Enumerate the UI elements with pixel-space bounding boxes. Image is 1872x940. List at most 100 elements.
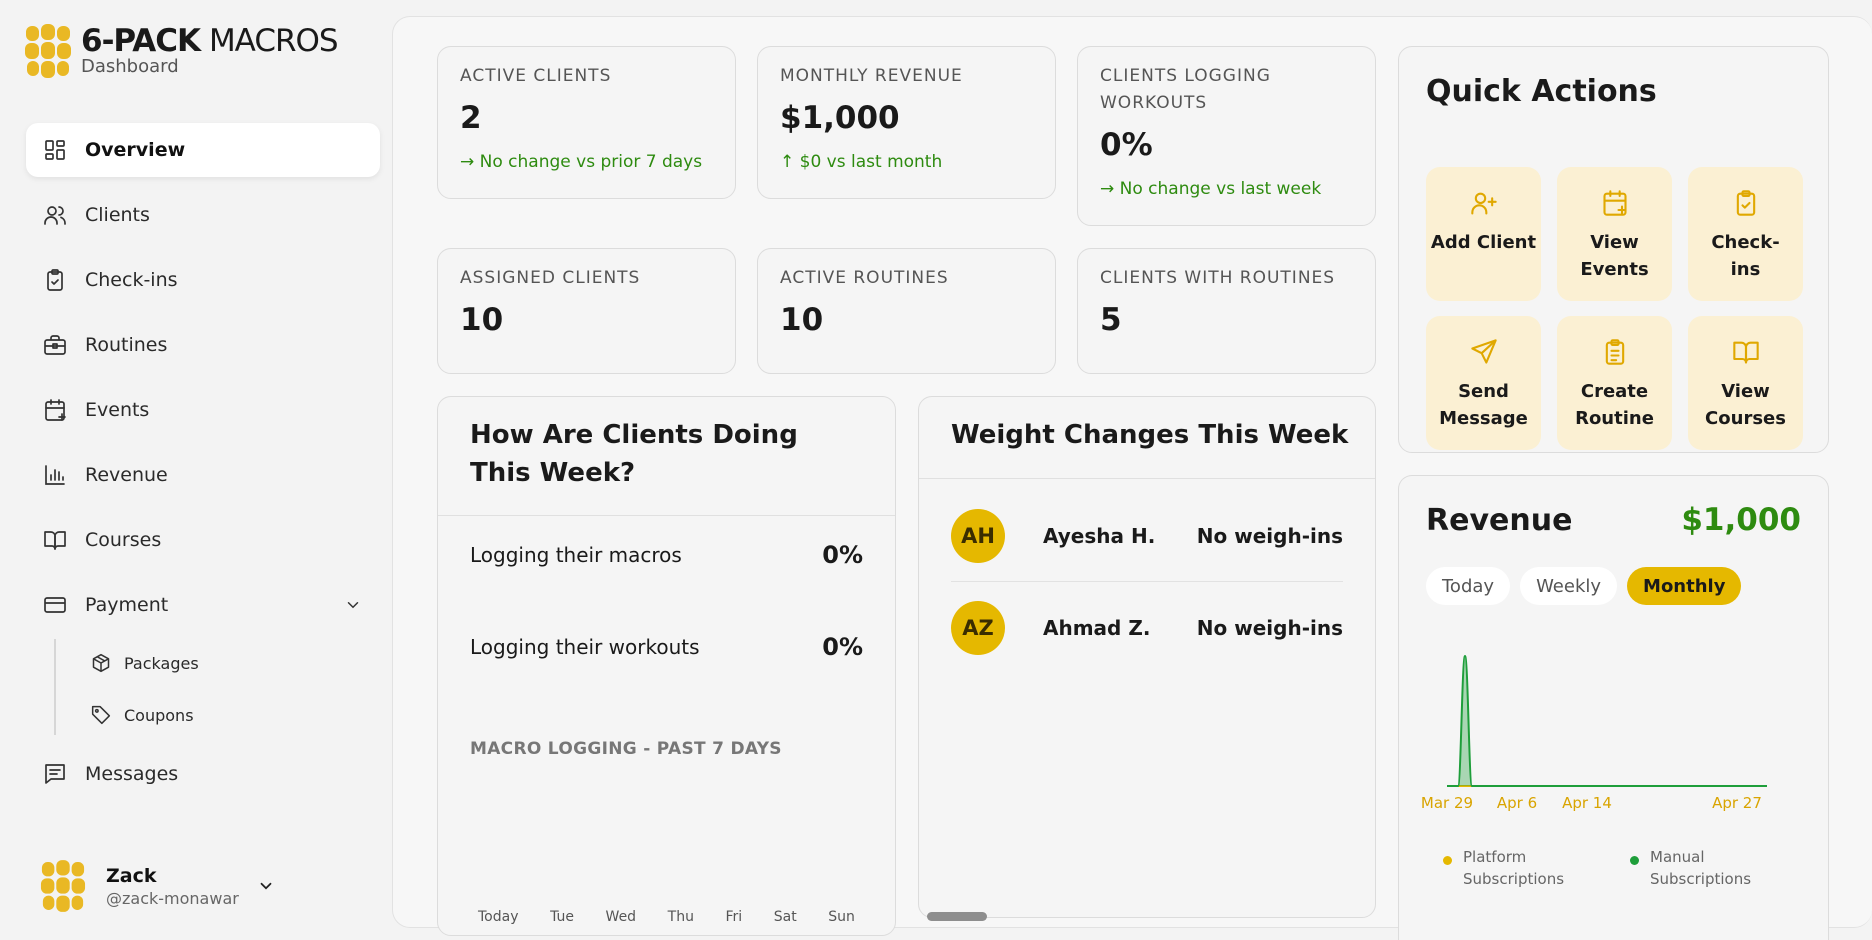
revenue-total: $1,000 xyxy=(1681,502,1801,538)
stat-card-clients-with-routines: CLIENTS WITH ROUTINES 5 xyxy=(1077,248,1376,374)
sidebar-item-clients[interactable]: Clients xyxy=(26,188,380,242)
revenue-range-tabs: Today Weekly Monthly xyxy=(1426,567,1751,605)
x-tick-label: Apr 14 xyxy=(1562,794,1612,812)
sidebar-subitem-label: Packages xyxy=(124,653,199,673)
clipboard-check-icon xyxy=(1736,190,1755,216)
message-icon xyxy=(42,761,68,787)
stat-card-monthly-revenue: MONTHLY REVENUE $1,000 ↑ $0 vs last mont… xyxy=(757,46,1056,199)
users-icon xyxy=(42,202,68,228)
sidebar-subitem-coupons[interactable]: Coupons xyxy=(54,689,380,741)
clipboard-check-icon xyxy=(42,267,68,293)
tab-monthly[interactable]: Monthly xyxy=(1627,567,1742,605)
stat-label: CLIENTS WITH ROUTINES xyxy=(1100,268,1336,288)
create-routine-button[interactable]: Create Routine xyxy=(1557,316,1672,450)
stat-value: 2 xyxy=(460,100,482,136)
add-client-button[interactable]: Add Client xyxy=(1426,167,1541,301)
series-line xyxy=(1447,654,1737,787)
sidebar-item-label: Clients xyxy=(85,204,150,226)
brand-subtitle: Dashboard xyxy=(81,56,179,77)
send-message-button[interactable]: Send Message xyxy=(1426,316,1541,450)
panel-title: Quick Actions xyxy=(1426,74,1657,109)
sidebar-item-overview[interactable]: Overview xyxy=(26,123,380,177)
chevron-down-icon[interactable] xyxy=(257,877,275,895)
day-label: Sun xyxy=(828,909,855,925)
sidebar-item-check-ins[interactable]: Check-ins xyxy=(26,253,380,307)
brand-name: 6-PACK MACROS xyxy=(81,23,339,59)
briefcase-icon xyxy=(42,332,68,358)
brand[interactable]: 6-PACK MACROS Dashboard xyxy=(24,23,339,78)
stat-label: ACTIVE ROUTINES xyxy=(780,268,949,288)
metric-value: 0% xyxy=(822,541,863,569)
chevron-down-icon[interactable] xyxy=(344,596,362,614)
legend-dot xyxy=(1443,856,1452,865)
sidebar-item-events[interactable]: Events xyxy=(26,383,380,437)
x-tick-label: Mar 29 xyxy=(1421,794,1473,812)
tab-weekly[interactable]: Weekly xyxy=(1520,567,1618,605)
divider xyxy=(438,515,895,516)
quick-action-label: Create Routine xyxy=(1575,381,1654,429)
stat-card-assigned-clients: ASSIGNED CLIENTS 10 xyxy=(437,248,736,374)
grid-icon xyxy=(42,137,68,163)
sidebar-subitem-packages[interactable]: Packages xyxy=(54,637,380,689)
panel-title: Revenue xyxy=(1426,503,1573,538)
bar-chart-icon xyxy=(42,462,68,488)
sidebar-item-label: Revenue xyxy=(85,464,168,486)
stat-change: → No change vs last week xyxy=(1100,179,1322,199)
sidebar-item-label: Routines xyxy=(85,334,168,356)
client-name: Ahmad Z. xyxy=(1043,616,1151,640)
legend-label: Manual Subscriptions xyxy=(1650,848,1752,888)
tab-today[interactable]: Today xyxy=(1426,567,1511,605)
calendar-plus-icon xyxy=(1602,190,1627,216)
stat-card-clients-logging-workouts: CLIENTS LOGGING WORKOUTS 0% → No change … xyxy=(1077,46,1376,226)
user-menu[interactable]: Zack @zack-monawar xyxy=(40,860,275,912)
revenue-panel: Revenue $1,000 Today Weekly Monthly Mar … xyxy=(1398,475,1829,940)
sidebar-item-routines[interactable]: Routines xyxy=(26,318,380,372)
list-item[interactable]: AZ Ahmad Z. No weigh-ins xyxy=(951,582,1343,674)
book-open-icon xyxy=(1732,341,1759,364)
check-ins-button[interactable]: Check-ins xyxy=(1688,167,1803,301)
quick-action-label: Add Client xyxy=(1430,232,1537,253)
stat-value: 10 xyxy=(780,302,824,338)
metric-label: Logging their macros xyxy=(470,543,682,567)
weigh-in-status: No weigh-ins xyxy=(1196,616,1343,640)
stat-card-active-routines: ACTIVE ROUTINES 10 xyxy=(757,248,1056,374)
sidebar-item-courses[interactable]: Courses xyxy=(26,513,380,567)
metric-row-workouts: Logging their workouts 0% xyxy=(470,633,863,661)
day-label: Today xyxy=(478,909,519,925)
sidebar-item-payment[interactable]: Payment xyxy=(26,578,380,632)
tag-icon xyxy=(90,704,112,726)
list-item[interactable]: AH Ayesha H. No weigh-ins xyxy=(951,490,1343,582)
legend-dot xyxy=(1630,856,1639,865)
brand-logo-icon xyxy=(25,24,71,78)
day-label: Fri xyxy=(725,909,743,925)
quick-action-label: View Events xyxy=(1580,232,1649,280)
client-name: Ayesha H. xyxy=(1043,523,1156,548)
stat-label: ASSIGNED CLIENTS xyxy=(460,268,641,288)
day-label: Sat xyxy=(773,909,797,925)
stat-value: $1,000 xyxy=(780,100,900,136)
avatar xyxy=(40,860,86,912)
x-tick-label: Apr 27 xyxy=(1712,794,1762,812)
day-label: Wed xyxy=(605,909,637,925)
clipboard-list-icon xyxy=(1605,339,1624,365)
avatar: AZ xyxy=(951,601,1005,655)
user-handle: @zack-monawar xyxy=(106,888,239,908)
sidebar-item-revenue[interactable]: Revenue xyxy=(26,448,380,502)
view-events-button[interactable]: View Events xyxy=(1557,167,1672,301)
avatar: AH xyxy=(951,508,1005,563)
stat-card-active-clients: ACTIVE CLIENTS 2 → No change vs prior 7 … xyxy=(437,46,736,199)
day-label: Tue xyxy=(550,909,574,925)
macro-logging-caption: MACRO LOGGING - PAST 7 DAYS xyxy=(470,739,782,759)
horizontal-scrollbar[interactable] xyxy=(927,912,987,921)
stat-change: → No change vs prior 7 days xyxy=(460,152,703,172)
metric-row-macros: Logging their macros 0% xyxy=(470,541,863,569)
quick-action-label: Check-ins xyxy=(1711,232,1780,280)
view-courses-button[interactable]: View Courses xyxy=(1688,316,1803,450)
metric-value: 0% xyxy=(822,633,863,661)
sidebar-item-label: Courses xyxy=(85,529,162,551)
sidebar-item-messages[interactable]: Messages xyxy=(26,747,380,801)
user-name: Zack xyxy=(106,864,157,887)
main-panel: ACTIVE CLIENTS 2 → No change vs prior 7 … xyxy=(392,16,1872,940)
stat-value: 10 xyxy=(460,302,504,338)
stat-label: MONTHLY REVENUE xyxy=(780,66,963,86)
